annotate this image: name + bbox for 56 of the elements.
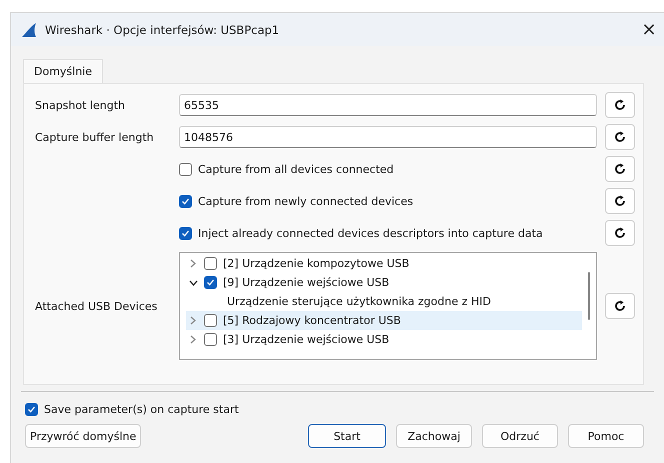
restore-defaults-button[interactable]: Przywróć domyślne <box>25 424 142 448</box>
input-field[interactable]: 1048576 <box>179 126 597 148</box>
checkbox-label: Capture from all devices connected <box>198 162 394 176</box>
checkbox-label: Capture from newly connected devices <box>198 194 414 208</box>
check-icon <box>181 196 190 206</box>
close-button[interactable]: × <box>634 19 664 40</box>
tree-item-label: [5] Rodzajowy koncentrator USB <box>223 314 401 327</box>
reset-icon <box>614 195 626 207</box>
reset-button[interactable] <box>605 293 635 319</box>
chevron-right-icon[interactable] <box>190 259 196 268</box>
window-title: Wireshark · Opcje interfejsów: USBPcap1 <box>45 22 280 36</box>
shark-fin-icon <box>21 22 37 36</box>
reset-button[interactable] <box>605 220 635 246</box>
checkbox[interactable] <box>179 226 192 240</box>
checkbox-label: Inject already connected devices descriptors into capture data <box>198 226 543 240</box>
chevron-down-icon[interactable] <box>188 280 198 286</box>
checkbox-label: Save parameter(s) on capture start <box>44 403 239 416</box>
checkbox[interactable] <box>179 194 192 208</box>
dialog-button[interactable]: Zachowaj <box>396 424 472 448</box>
reset-icon <box>614 163 626 175</box>
reset-icon <box>614 227 626 239</box>
checkbox[interactable] <box>204 333 217 346</box>
tree-item-label: [3] Urządzenie wejściowe USB <box>223 333 390 346</box>
check-icon <box>206 278 215 287</box>
chevron-right-icon[interactable] <box>190 316 196 325</box>
reset-button[interactable] <box>605 188 635 214</box>
check-icon <box>181 228 190 238</box>
tree-item-label: [2] Urządzenie kompozytowe USB <box>223 257 410 270</box>
input-field[interactable]: 65535 <box>179 94 597 116</box>
tree-item[interactable]: [2] Urządzenie kompozytowe USB <box>186 254 582 273</box>
scrollbar-thumb[interactable] <box>588 272 590 320</box>
dialog-button[interactable]: Start <box>308 424 386 448</box>
tree-item-label: [9] Urządzenie wejściowe USB <box>223 276 390 289</box>
reset-icon <box>614 99 626 111</box>
tab[interactable]: Domyślnie <box>23 59 104 83</box>
check-icon <box>27 405 36 414</box>
reset-button[interactable] <box>605 92 635 118</box>
reset-icon <box>614 131 626 143</box>
reset-button[interactable] <box>605 156 635 182</box>
tree-item[interactable]: [3] Urządzenie wejściowe USB <box>186 330 582 349</box>
checkbox[interactable] <box>179 162 192 176</box>
checkbox[interactable] <box>204 257 217 270</box>
chevron-right-icon[interactable] <box>190 335 196 344</box>
checkbox[interactable] <box>204 314 217 327</box>
field-label: Attached USB Devices <box>35 300 158 312</box>
checkbox[interactable] <box>25 403 38 416</box>
field-label: Snapshot length <box>35 98 126 112</box>
dialog-button[interactable]: Pomoc <box>568 424 644 448</box>
checkbox[interactable] <box>204 276 217 289</box>
field-label: Capture buffer length <box>35 130 155 144</box>
tree-item-label[interactable]: Urządzenie sterujące użytkownika zgodne z HID <box>227 295 491 308</box>
dialog-button[interactable]: Odrzuć <box>482 424 558 448</box>
tree-item[interactable]: [5] Rodzajowy koncentrator USB <box>186 311 582 330</box>
tree-item[interactable]: [9] Urządzenie wejściowe USB <box>186 273 582 292</box>
reset-icon <box>614 300 626 312</box>
reset-button[interactable] <box>605 124 635 150</box>
